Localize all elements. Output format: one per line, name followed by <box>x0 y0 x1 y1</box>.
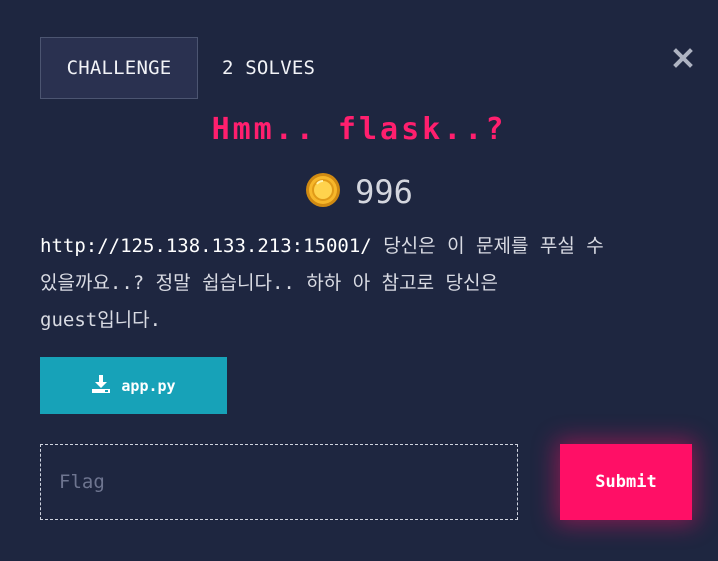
description-line1: 당신은 이 문제를 푸실 수 <box>383 235 604 257</box>
flag-input[interactable] <box>40 444 518 520</box>
tab-solves[interactable]: 2 SOLVES <box>222 37 315 99</box>
points-value: 996 <box>355 173 413 211</box>
submit-button[interactable]: Submit <box>560 444 692 520</box>
file-name: app.py <box>121 376 176 395</box>
challenge-modal: CHALLENGE 2 SOLVES Hmm.. flask..? 996 ht… <box>0 0 718 561</box>
challenge-url: http://125.138.133.213:15001/ <box>40 235 372 257</box>
challenge-description: http://125.138.133.213:15001/ 당신은 이 문제를 … <box>40 228 690 339</box>
description-line3: guest입니다. <box>40 309 162 331</box>
close-icon[interactable] <box>671 46 695 70</box>
coin-icon <box>305 172 341 212</box>
download-file-button[interactable]: app.py <box>40 357 227 414</box>
download-icon <box>91 374 111 398</box>
challenge-title: Hmm.. flask..? <box>211 112 507 147</box>
description-line2: 있을까요..? 정말 쉽습니다.. 하하 아 참고로 당신은 <box>40 272 498 294</box>
challenge-points: 996 <box>0 172 718 212</box>
tab-challenge[interactable]: CHALLENGE <box>40 37 198 99</box>
